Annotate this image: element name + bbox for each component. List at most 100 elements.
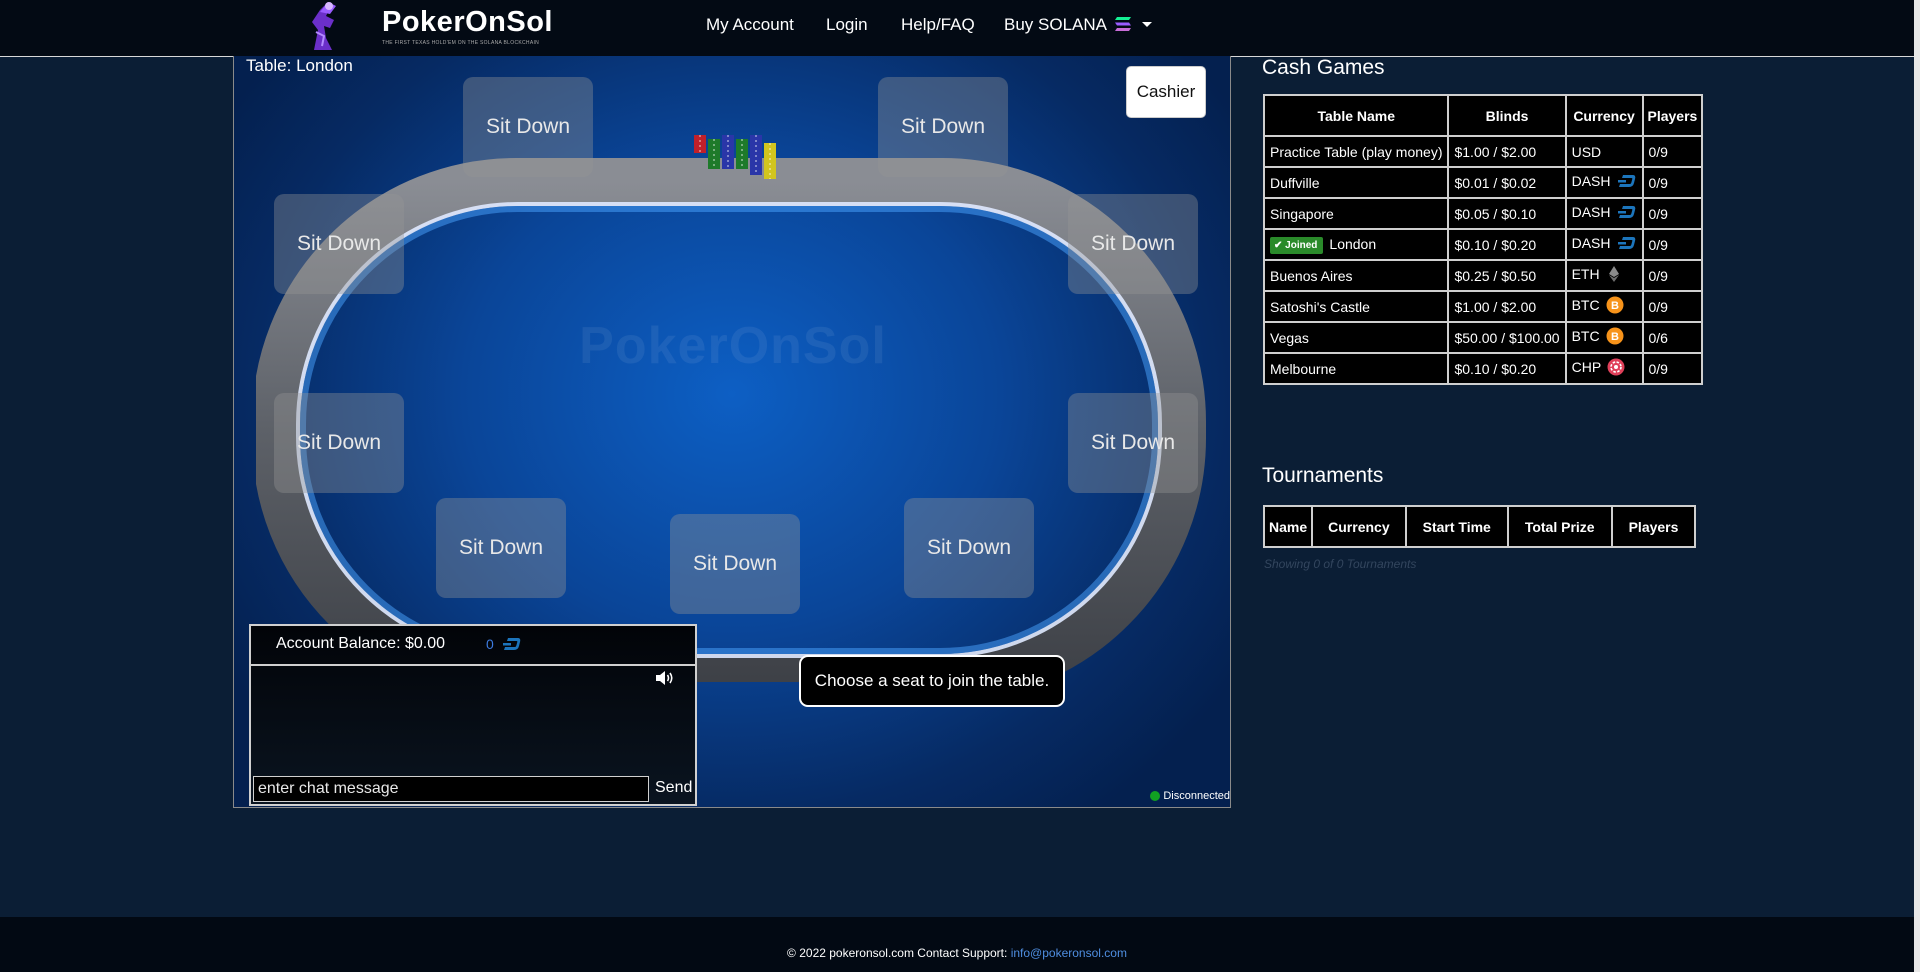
column-header-start-time[interactable]: Start Time	[1404, 505, 1509, 548]
cell-players: 0/9	[1641, 135, 1704, 168]
cash-game-row[interactable]: Buenos Aires $0.25 / $0.50 ETH 0/9	[1262, 259, 1704, 292]
cell-table-name[interactable]: Practice Table (play money)	[1262, 135, 1450, 168]
cell-currency: USD	[1564, 135, 1644, 168]
cell-blinds: $0.25 / $0.50	[1447, 259, 1567, 292]
cell-players: 0/9	[1641, 166, 1704, 199]
cell-players: 0/9	[1641, 259, 1704, 292]
table-name[interactable]: Duffville	[1270, 175, 1320, 191]
nav-login[interactable]: Login	[826, 15, 868, 35]
cell-table-name[interactable]: Buenos Aires	[1262, 259, 1450, 292]
tournaments-header-row: Name Currency Start Time Total Prize Pla…	[1262, 505, 1697, 548]
joined-badge-label: Joined	[1285, 239, 1318, 251]
seat-7-sit-down-button[interactable]: Sit Down	[436, 498, 566, 598]
svg-text:B: B	[1611, 331, 1619, 343]
cell-blinds: $0.10 / $0.20	[1447, 228, 1567, 261]
tournaments-title: Tournaments	[1262, 464, 1384, 487]
cell-currency: DASH	[1564, 228, 1644, 261]
cell-blinds: $0.10 / $0.20	[1447, 352, 1567, 385]
chat-panel: Account Balance: $0.00 0 Send	[249, 624, 697, 806]
poker-player-logo-icon[interactable]	[300, 0, 346, 52]
cell-blinds: $1.00 / $2.00	[1447, 290, 1567, 323]
cell-players: 0/9	[1641, 352, 1704, 385]
coin-balance-value: 0	[486, 636, 494, 652]
speaker-volume-icon[interactable]	[655, 670, 675, 686]
currency-code: DASH	[1571, 235, 1611, 252]
account-balance: Account Balance: $0.00	[276, 635, 446, 652]
table-name[interactable]: London	[1329, 236, 1376, 252]
table-watermark: PokerOnSol	[579, 317, 887, 375]
cash-game-row[interactable]: Practice Table (play money) $1.00 / $2.00…	[1262, 135, 1704, 168]
cash-game-row[interactable]: Singapore $0.05 / $0.10 DASH 0/9	[1262, 197, 1704, 230]
connection-status: Disconnected	[1150, 790, 1230, 802]
cell-table-name[interactable]: Vegas	[1262, 321, 1450, 354]
cash-games-table: Table Name Blinds Currency Players Pract…	[1262, 94, 1704, 385]
cell-blinds: $0.01 / $0.02	[1447, 166, 1567, 199]
table-name[interactable]: Practice Table (play money)	[1270, 144, 1442, 160]
table-name[interactable]: Vegas	[1270, 330, 1309, 346]
column-header-currency[interactable]: Currency	[1564, 94, 1644, 137]
btc-icon: B	[1606, 296, 1624, 317]
cell-table-name[interactable]: Duffville	[1262, 166, 1450, 199]
cell-table-name[interactable]: Satoshi's Castle	[1262, 290, 1450, 323]
column-header-blinds[interactable]: Blinds	[1447, 94, 1567, 137]
chp-icon	[1607, 358, 1625, 379]
cash-game-row[interactable]: ✔ Joined London $0.10 / $0.20 DASH 0/9	[1262, 228, 1704, 261]
page-scrollbar[interactable]	[1914, 0, 1920, 972]
nav-my-account[interactable]: My Account	[706, 15, 794, 35]
support-email-link[interactable]: info@pokeronsol.com	[1011, 946, 1127, 960]
solana-icon	[1114, 17, 1131, 31]
connection-status-text: Disconnected	[1163, 790, 1230, 802]
seat-1-sit-down-button[interactable]: Sit Down	[463, 77, 593, 177]
column-header-table-name[interactable]: Table Name	[1262, 94, 1450, 137]
cash-games-header-row: Table Name Blinds Currency Players	[1262, 94, 1704, 137]
buy-solana-dropdown[interactable]: Buy SOLANA	[1004, 15, 1152, 35]
chevron-down-icon	[1141, 22, 1152, 27]
seat-3-sit-down-button[interactable]: Sit Down	[1068, 194, 1198, 294]
currency-code: BTC	[1571, 297, 1600, 314]
seat-2-sit-down-button[interactable]: Sit Down	[878, 77, 1008, 177]
chip-stacks-icon	[694, 135, 776, 179]
footer-text: © 2022 pokeronsol.com Contact Support: i…	[0, 946, 1914, 960]
column-header-players[interactable]: Players	[1641, 94, 1704, 137]
column-header-total-prize[interactable]: Total Prize	[1506, 505, 1613, 548]
cashier-button[interactable]: Cashier	[1126, 66, 1206, 118]
seat-4-sit-down-button[interactable]: Sit Down	[1068, 393, 1198, 493]
dash-icon	[502, 638, 520, 650]
page-footer: © 2022 pokeronsol.com Contact Support: i…	[0, 917, 1914, 972]
currency-code: CHP	[1571, 359, 1602, 376]
copyright-text: © 2022 pokeronsol.com Contact Support:	[787, 946, 1008, 960]
column-header-players[interactable]: Players	[1610, 505, 1697, 548]
cell-table-name[interactable]: Singapore	[1262, 197, 1450, 230]
seat-9-sit-down-button[interactable]: Sit Down	[274, 194, 404, 294]
account-balance-row: Account Balance: $0.00 0	[251, 626, 695, 666]
svg-text:B: B	[1611, 300, 1619, 312]
cash-game-row[interactable]: Duffville $0.01 / $0.02 DASH 0/9	[1262, 166, 1704, 199]
cell-currency: BTC B	[1564, 290, 1644, 323]
btc-icon: B	[1606, 327, 1624, 348]
seat-5-sit-down-button[interactable]: Sit Down	[904, 498, 1034, 598]
column-header-name[interactable]: Name	[1262, 505, 1314, 548]
cell-table-name[interactable]: ✔ Joined London	[1262, 228, 1450, 261]
cash-game-row[interactable]: Satoshi's Castle $1.00 / $2.00 BTC B 0/9	[1262, 290, 1704, 323]
seat-6-sit-down-button[interactable]: Sit Down	[670, 514, 800, 614]
cash-game-row[interactable]: Vegas $50.00 / $100.00 BTC B 0/6	[1262, 321, 1704, 354]
chat-message-input[interactable]	[253, 776, 649, 802]
table-name[interactable]: Satoshi's Castle	[1270, 299, 1370, 315]
table-name[interactable]: Buenos Aires	[1270, 268, 1353, 284]
cell-players: 0/9	[1641, 228, 1704, 261]
brand-name[interactable]: PokerOnSol	[382, 6, 553, 39]
top-navbar: PokerOnSol THE FIRST TEXAS HOLD'EM ON TH…	[0, 0, 1914, 57]
coin-balance: 0	[486, 636, 522, 652]
seat-8-sit-down-button[interactable]: Sit Down	[274, 393, 404, 493]
column-header-currency[interactable]: Currency	[1311, 505, 1407, 548]
brand[interactable]: PokerOnSol THE FIRST TEXAS HOLD'EM ON TH…	[382, 6, 553, 46]
table-name[interactable]: Singapore	[1270, 206, 1334, 222]
nav-help-faq[interactable]: Help/FAQ	[901, 15, 975, 35]
table-title: Table: London	[246, 56, 353, 75]
send-chat-button[interactable]: Send	[655, 779, 692, 797]
cell-blinds: $1.00 / $2.00	[1447, 135, 1567, 168]
cell-blinds: $0.05 / $0.10	[1447, 197, 1567, 230]
cash-game-row[interactable]: Melbourne $0.10 / $0.20 CHP 0/9	[1262, 352, 1704, 385]
table-name[interactable]: Melbourne	[1270, 361, 1336, 377]
cell-table-name[interactable]: Melbourne	[1262, 352, 1450, 385]
